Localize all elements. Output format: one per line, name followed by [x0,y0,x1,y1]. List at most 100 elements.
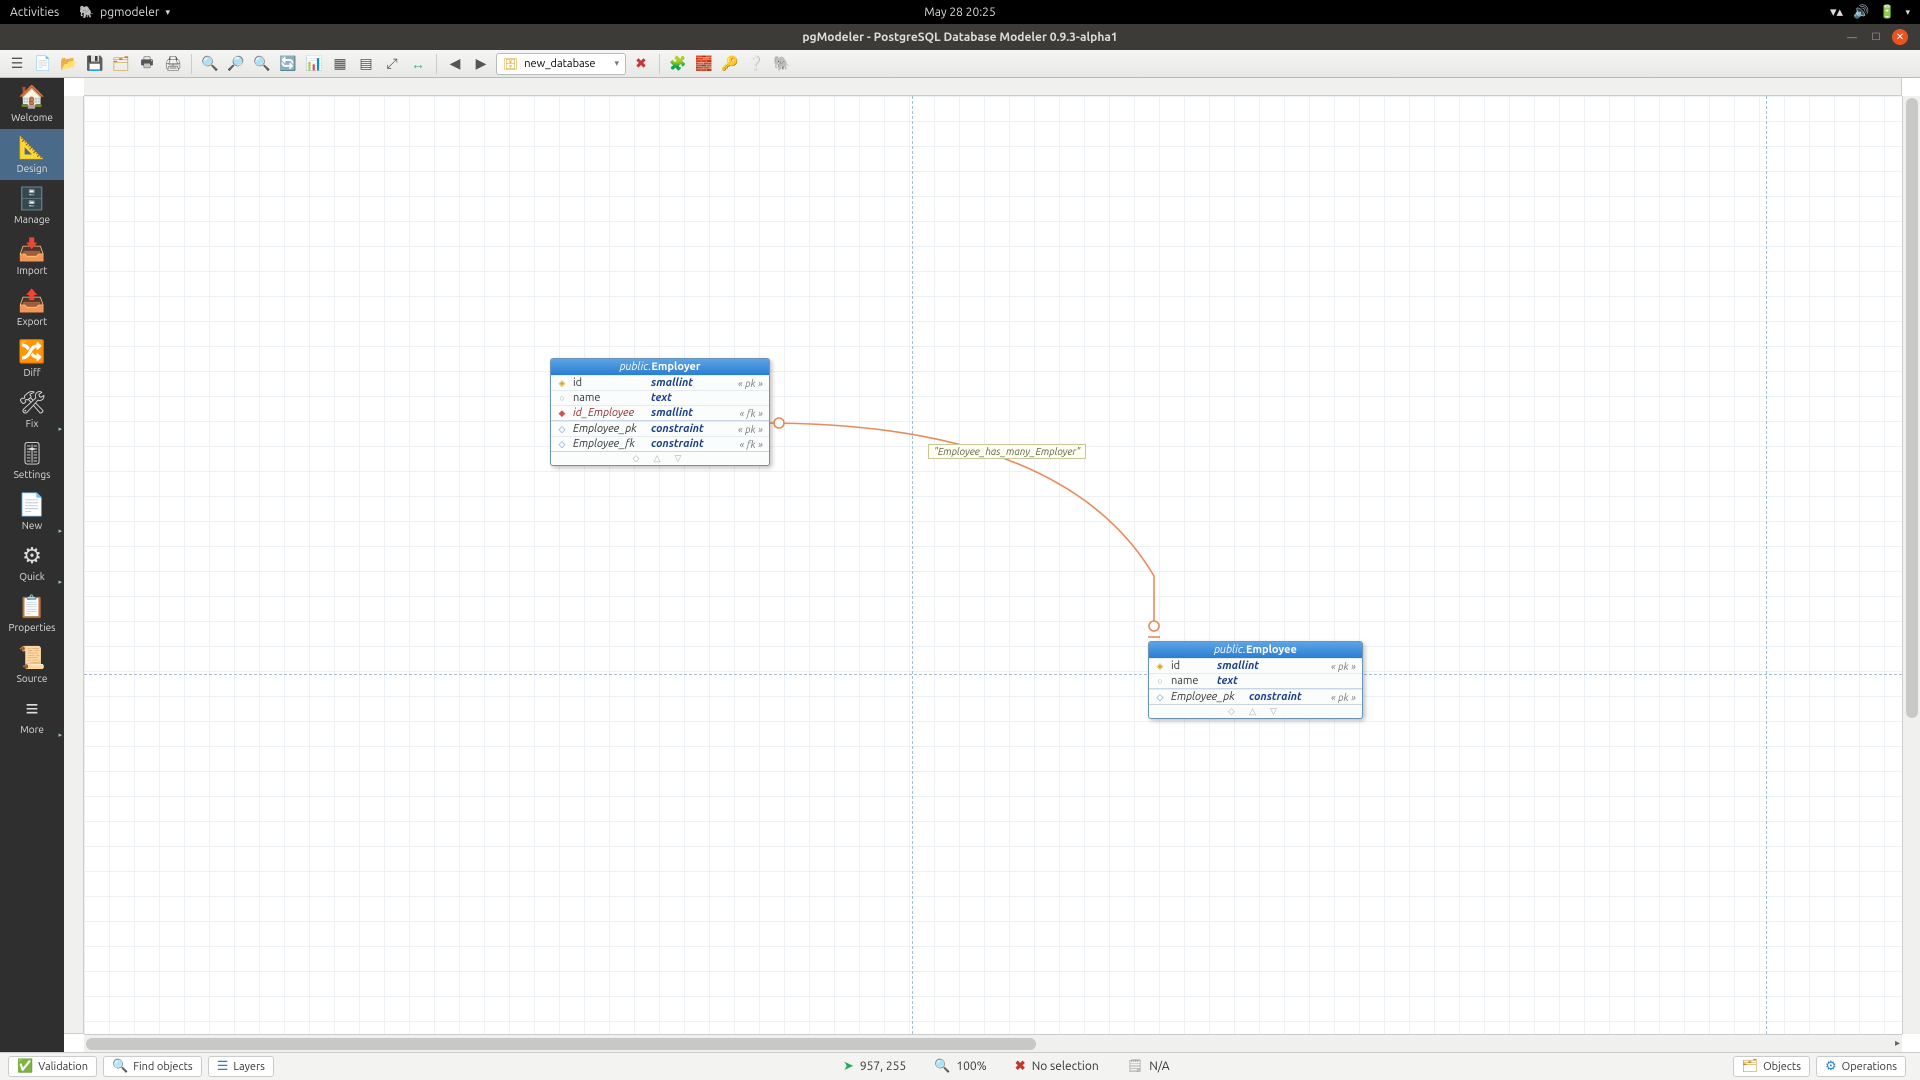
sidebar-item-label: More [20,724,44,735]
table-column[interactable]: ◆id_Employeesmallint« fk » [551,405,769,420]
diagram-canvas[interactable]: "Employee_has_many_Employer" public.Empl… [84,96,1902,1034]
window-titlebar: pgModeler - PostgreSQL Database Modeler … [0,24,1920,50]
volume-icon[interactable]: 🔊 [1853,5,1869,20]
refresh-icon[interactable]: 🔄 [277,53,299,75]
sidebar-item-source[interactable]: 📜Source [0,639,64,690]
zoom-reset-icon[interactable]: 🔎 [225,53,247,75]
zoom-in-icon[interactable]: 🔍 [199,53,221,75]
column-type: smallint [651,377,732,389]
sidebar-item-design[interactable]: 📐Design [0,129,64,180]
objects-panel-button[interactable]: 🗂Objects [1733,1056,1810,1077]
operations-panel-button[interactable]: ⚙Operations [1816,1056,1906,1077]
nav-back-icon[interactable]: ◀ [444,53,466,75]
table-constraint[interactable]: ◇Employee_pkconstraint« pk » [1149,689,1362,704]
diff-icon: 🔀 [2,339,62,365]
pk-icon: ◈ [1155,661,1165,672]
window-title: pgModeler - PostgreSQL Database Modeler … [802,31,1117,44]
window-close-button[interactable]: ✕ [1892,29,1908,45]
cursor-icon: ➤ [843,1059,854,1074]
plugin1-icon[interactable]: 🧩 [667,53,689,75]
close-db-icon[interactable]: ✖ [630,53,652,75]
status-selection: ✖No selection [1015,1059,1099,1074]
fit-icon[interactable]: ⤢ [381,53,403,75]
sidebar-item-properties[interactable]: 📋Properties [0,588,64,639]
scroll-right-icon[interactable]: ▸ [1895,1037,1900,1049]
align-icon[interactable]: ↔ [407,53,429,75]
column-type: text [1217,675,1350,687]
table-column[interactable]: ○nametext [551,390,769,405]
sidebar-item-fix[interactable]: 🛠Fix [0,384,64,435]
table-constraint[interactable]: ◇Employee_fkconstraint« fk » [551,436,769,451]
sidebar-item-settings[interactable]: 🎚Settings [0,435,64,486]
scrollbar-thumb[interactable] [86,1038,1036,1050]
nav-forward-icon[interactable]: ▶ [470,53,492,75]
tree-icon[interactable]: 📊 [303,53,325,75]
validation-button[interactable]: ✅Validation [8,1056,97,1077]
layers-button[interactable]: ☰Layers [208,1056,274,1077]
desktop-top-bar: Activities 🐘 pgmodeler ▾ May 28 20:25 ▾▴… [0,0,1920,24]
constraint-type: constraint [1249,691,1325,703]
app-menu[interactable]: 🐘 pgmodeler ▾ [79,5,170,19]
relationship-label[interactable]: "Employee_has_many_Employer" [928,444,1086,459]
help-icon[interactable]: ❔ [745,53,767,75]
status-na: 🗒N/A [1127,1059,1170,1074]
gear-icon: ⚙ [1825,1059,1837,1074]
constraint-type: constraint [651,423,732,435]
properties-icon: 📋 [2,594,62,620]
window-maximize-button[interactable]: ☐ [1868,29,1884,45]
table-employee[interactable]: public.Employee ◈idsmallint« pk » ○namet… [1148,641,1363,719]
column-tag: « fk » [739,408,763,419]
grid-toggle-icon[interactable]: ▦ [329,53,351,75]
scrollbar-thumb[interactable] [1906,98,1918,718]
save-as-icon[interactable]: 🗂 [110,53,132,75]
network-icon[interactable]: ▾▴ [1830,5,1843,20]
toolbar-separator [191,54,192,74]
plugin3-icon[interactable]: 🔑 [719,53,741,75]
export-icon[interactable]: 🖶 [136,53,158,75]
constraint-type: constraint [651,438,733,450]
constraint-tag: « pk » [738,424,763,435]
battery-icon[interactable]: 🔋 [1879,5,1895,20]
system-caret-icon[interactable]: ▾ [1905,7,1910,18]
sidebar-item-label: Settings [14,469,51,480]
activities-button[interactable]: Activities [10,6,59,19]
sidebar-item-more[interactable]: ≡More [0,690,64,741]
clock[interactable]: May 28 20:25 [924,6,995,19]
column-name: id_Employee [573,407,645,419]
guide-line [1766,96,1767,1034]
left-sidebar: 🏠Welcome 📐Design 🗄️Manage 📥Import 📤Expor… [0,78,64,1052]
vertical-scrollbar[interactable] [1902,96,1920,1034]
zoom-out-icon[interactable]: 🔍 [251,53,273,75]
open-folder-icon[interactable]: 📂 [58,53,80,75]
column-tag: « pk » [1331,661,1356,672]
zoom-icon: 🔍 [934,1059,950,1074]
col-icon: ○ [1155,676,1165,686]
col-icon: ○ [557,393,567,403]
toolbar-menu-button[interactable]: ☰ [6,53,28,75]
search-icon: 🔍 [112,1059,128,1074]
design-icon: 📐 [2,135,62,161]
sidebar-item-import[interactable]: 📥Import [0,231,64,282]
find-objects-button[interactable]: 🔍Find objects [103,1056,202,1077]
table-column[interactable]: ○nametext [1149,673,1362,688]
sidebar-item-diff[interactable]: 🔀Diff [0,333,64,384]
table-employer[interactable]: public.Employer ◈idsmallint« pk » ○namet… [550,358,770,466]
sidebar-item-new[interactable]: 📄New [0,486,64,537]
print-icon[interactable]: 🖨 [162,53,184,75]
sidebar-item-manage[interactable]: 🗄️Manage [0,180,64,231]
window-minimize-button[interactable]: — [1844,29,1860,45]
plugin2-icon[interactable]: 🧱 [693,53,715,75]
table-constraint[interactable]: ◇Employee_pkconstraint« pk » [551,421,769,436]
sidebar-item-export[interactable]: 📤Export [0,282,64,333]
save-icon[interactable]: 💾 [84,53,106,75]
sidebar-item-quick[interactable]: ⚙Quick [0,537,64,588]
database-selector[interactable]: 🗄 new_database ▾ [496,53,626,75]
horizontal-scrollbar[interactable]: ◂ ▸ [84,1034,1902,1052]
sidebar-item-welcome[interactable]: 🏠Welcome [0,78,64,129]
table-column[interactable]: ◈idsmallint« pk » [551,375,769,390]
table-column[interactable]: ◈idsmallint« pk » [1149,658,1362,673]
new-file-icon[interactable]: 📄 [32,53,54,75]
guide-line [912,96,913,1034]
grid2-icon[interactable]: ▤ [355,53,377,75]
about-icon[interactable]: 🐘 [771,53,793,75]
